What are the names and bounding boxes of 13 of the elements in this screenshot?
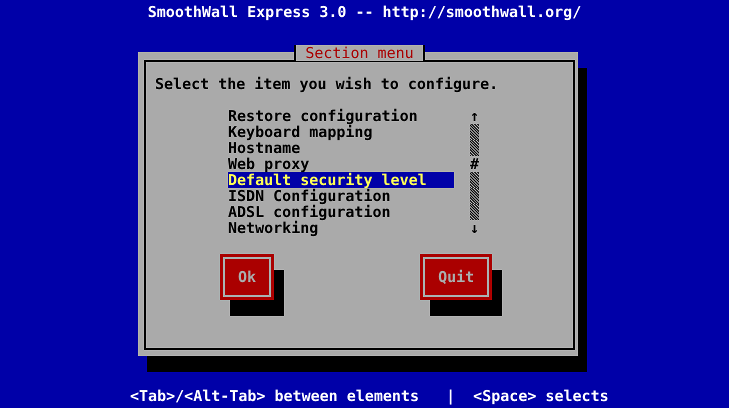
menu-item[interactable]: ISDN Configuration <box>228 188 454 204</box>
menu-item[interactable]: Hostname <box>228 140 454 156</box>
menu-item[interactable]: Web proxy <box>228 156 454 172</box>
menu-item[interactable]: ADSL configuration <box>228 204 454 220</box>
menu-item[interactable]: Networking <box>228 220 454 236</box>
dialog-title: Section menu <box>294 45 425 61</box>
header-title: SmoothWall Express 3.0 -- http://smoothwall.org/ <box>146 2 582 20</box>
prompt-text: Select the item you wish to configure. <box>155 76 500 92</box>
menu-item[interactable]: Restore configuration <box>228 108 454 124</box>
menu-item[interactable]: Keyboard mapping <box>228 124 454 140</box>
menu-item[interactable]: Default security level <box>228 172 454 188</box>
scrollbar[interactable]: ↑ # ↓ <box>470 108 479 236</box>
help-line: <Tab>/<Alt-Tab> between elements | <Space> selects <box>130 388 609 404</box>
